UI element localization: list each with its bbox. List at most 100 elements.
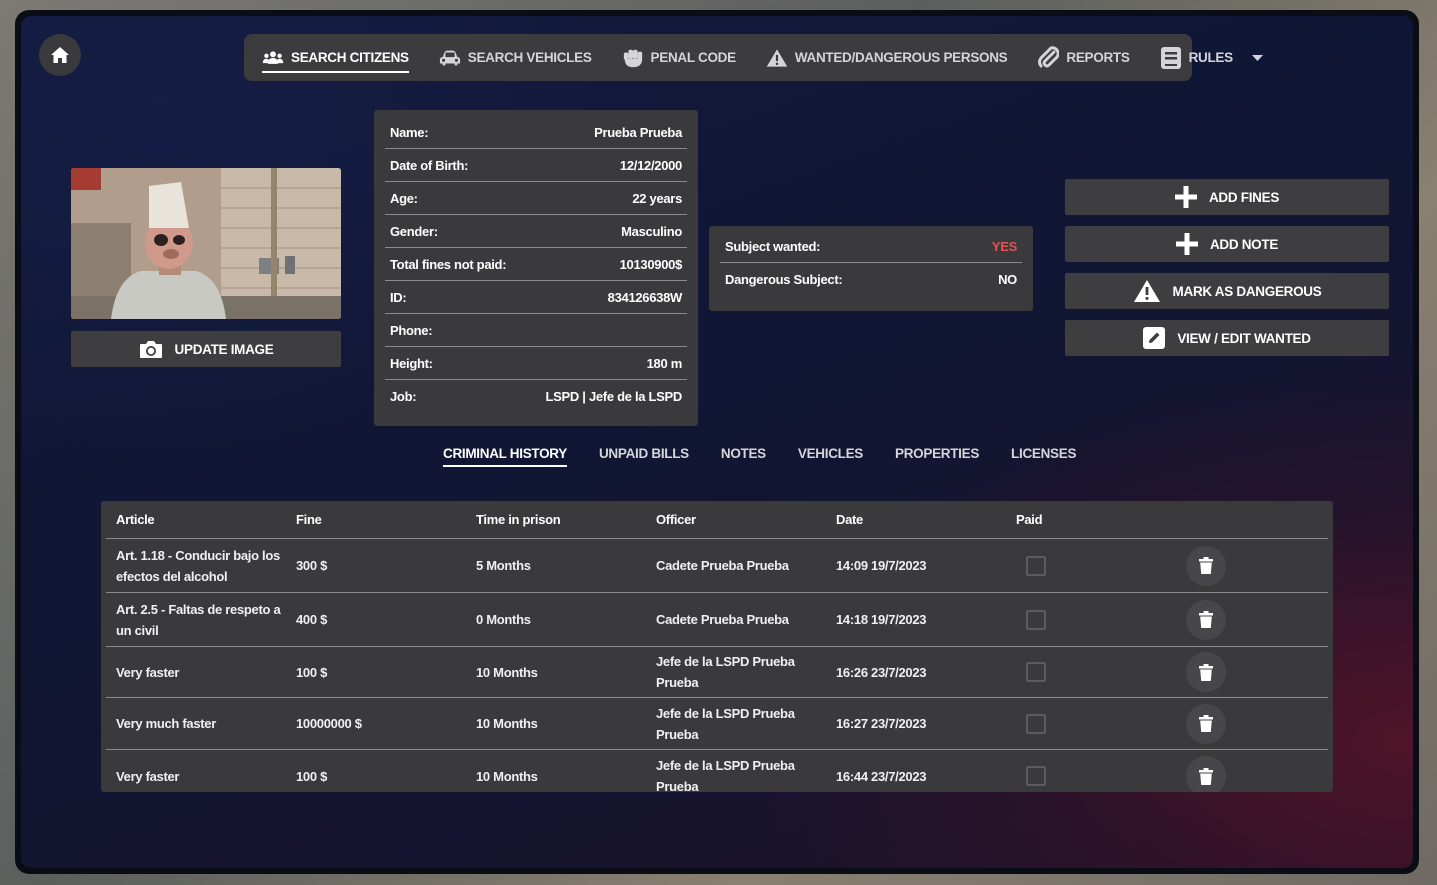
wanted-label: Subject wanted: [725, 238, 821, 254]
view-edit-wanted-label: VIEW / EDIT WANTED [1177, 330, 1311, 346]
cell-fine: 300 $ [296, 558, 328, 573]
cell-article: Art. 2.5 - Faltas de respeto a un civil [116, 601, 281, 638]
tab-unpaid-bills[interactable]: UNPAID BILLS [599, 446, 689, 467]
info-value: 180 m [646, 355, 683, 371]
tab-vehicles[interactable]: VEHICLES [798, 446, 863, 467]
criminal-history-table[interactable]: Article Fine Time in prison Officer Date… [101, 501, 1333, 792]
tab-licenses[interactable]: LICENSES [1011, 446, 1076, 467]
cell-officer: Jefe de la LSPD Prueba Prueba [656, 654, 795, 690]
info-value: 22 years [632, 190, 682, 206]
delete-button[interactable] [1186, 703, 1226, 744]
add-note-button[interactable]: ADD NOTE [1065, 226, 1389, 262]
col-time: Time in prison [476, 512, 561, 527]
cell-article: Art. 1.18 - Conducir bajo los efectos de… [116, 547, 280, 584]
record-tabs: CRIMINAL HISTORY UNPAID BILLS NOTES VEHI… [443, 446, 1076, 467]
tab-properties[interactable]: PROPERTIES [895, 446, 979, 467]
info-row-fines: Total fines not paid: 10130900$ [385, 248, 687, 281]
cell-time: 10 Months [476, 768, 538, 784]
info-row-dob: Date of Birth: 12/12/2000 [385, 149, 687, 182]
delete-button[interactable] [1186, 756, 1226, 792]
cell-time: 10 Months [476, 664, 538, 680]
plus-icon [1175, 233, 1198, 255]
paid-checkbox[interactable] [1026, 555, 1046, 576]
table-row: Very faster 100 $ 10 Months Jefe de la L… [106, 647, 1328, 698]
info-value: 834126638W [607, 289, 683, 305]
info-label: Job: [390, 389, 417, 404]
cell-date: 16:27 23/7/2023 [836, 716, 927, 731]
home-button[interactable] [39, 34, 81, 76]
add-fines-button[interactable]: ADD FINES [1065, 179, 1389, 215]
tab-criminal-history[interactable]: CRIMINAL HISTORY [443, 446, 567, 467]
paid-checkbox[interactable] [1026, 609, 1046, 630]
update-image-button[interactable]: UPDATE IMAGE [71, 331, 341, 367]
dangerous-value: NO [998, 272, 1017, 287]
cell-fine: 400 $ [296, 612, 328, 627]
nav-wanted-dangerous[interactable]: WANTED/DANGEROUS PERSONS [766, 34, 1008, 81]
col-date: Date [836, 512, 863, 527]
warning-icon [766, 47, 788, 69]
info-label: Height: [390, 355, 433, 371]
delete-button[interactable] [1186, 545, 1226, 586]
cell-article: Very faster [116, 664, 180, 680]
nav-reports[interactable]: REPORTS [1037, 34, 1130, 81]
cell-article: Very much faster [116, 716, 216, 731]
info-row-gender: Gender: Masculino [385, 215, 687, 248]
home-icon [51, 47, 69, 63]
table-row: Art. 1.18 - Conducir bajo los efectos de… [106, 539, 1328, 593]
cell-officer: Cadete Prueba Prueba [656, 612, 789, 627]
cell-officer: Jefe de la LSPD Prueba Prueba [656, 705, 795, 742]
paid-checkbox[interactable] [1026, 713, 1046, 734]
car-icon [439, 47, 461, 69]
nav-search-vehicles[interactable]: SEARCH VEHICLES [439, 34, 592, 81]
cell-date: 14:09 19/7/2023 [836, 558, 927, 573]
col-paid: Paid [1016, 512, 1043, 527]
trash-icon [1199, 663, 1213, 681]
info-value: 12/12/2000 [619, 157, 682, 173]
add-fines-label: ADD FINES [1208, 189, 1280, 205]
view-edit-wanted-button[interactable]: VIEW / EDIT WANTED [1065, 320, 1389, 356]
nav-search-citizens-label: SEARCH CITIZENS [291, 50, 409, 65]
cell-officer: Cadete Prueba Prueba [656, 558, 789, 573]
col-fine: Fine [296, 512, 322, 527]
citizen-photo [71, 168, 341, 319]
nav-search-vehicles-label: SEARCH VEHICLES [467, 50, 592, 65]
nav-rules[interactable]: RULES [1160, 34, 1263, 81]
info-value: 10130900$ [619, 256, 683, 272]
delete-button[interactable] [1186, 599, 1226, 640]
cell-fine: 100 $ [296, 664, 328, 680]
info-row-phone: Phone: [385, 314, 687, 347]
paid-checkbox[interactable] [1026, 662, 1046, 682]
fist-icon [622, 47, 644, 69]
chevron-down-icon [1251, 50, 1263, 65]
top-nav: SEARCH CITIZENS SEARCH VEHICLES PENAL CO… [244, 34, 1263, 81]
info-row-id: ID: 834126638W [385, 281, 687, 314]
nav-penal-code[interactable]: PENAL CODE [622, 34, 736, 81]
col-officer: Officer [656, 512, 696, 527]
mark-dangerous-label: MARK AS DANGEROUS [1172, 283, 1322, 299]
info-value: LSPD | Jefe de la LSPD [545, 389, 683, 404]
dangerous-row: Dangerous Subject: NO [720, 263, 1022, 296]
camera-icon [139, 341, 162, 358]
wanted-row: Subject wanted: YES [720, 230, 1022, 263]
cell-fine: 10000000 $ [296, 716, 362, 731]
col-article: Article [116, 512, 155, 527]
trash-icon [1199, 767, 1213, 785]
info-label: Phone: [390, 322, 433, 338]
delete-button[interactable] [1186, 652, 1226, 692]
mark-dangerous-button[interactable]: MARK AS DANGEROUS [1065, 273, 1389, 309]
tab-notes[interactable]: NOTES [721, 446, 766, 467]
info-value: Masculino [621, 223, 682, 239]
cell-fine: 100 $ [296, 768, 328, 784]
cell-date: 16:26 23/7/2023 [836, 664, 927, 680]
nav-wanted-dangerous-label: WANTED/DANGEROUS PERSONS [794, 50, 1008, 65]
paid-checkbox[interactable] [1026, 766, 1046, 786]
trash-icon [1199, 715, 1213, 732]
warning-icon [1133, 280, 1160, 302]
add-note-label: ADD NOTE [1209, 236, 1279, 252]
cell-time: 0 Months [476, 612, 531, 627]
trash-icon [1199, 611, 1213, 628]
nav-search-citizens[interactable]: SEARCH CITIZENS [262, 34, 409, 81]
nav-rules-label: RULES [1188, 50, 1234, 65]
table-header: Article Fine Time in prison Officer Date… [106, 501, 1328, 539]
nav-reports-label: REPORTS [1066, 50, 1130, 65]
